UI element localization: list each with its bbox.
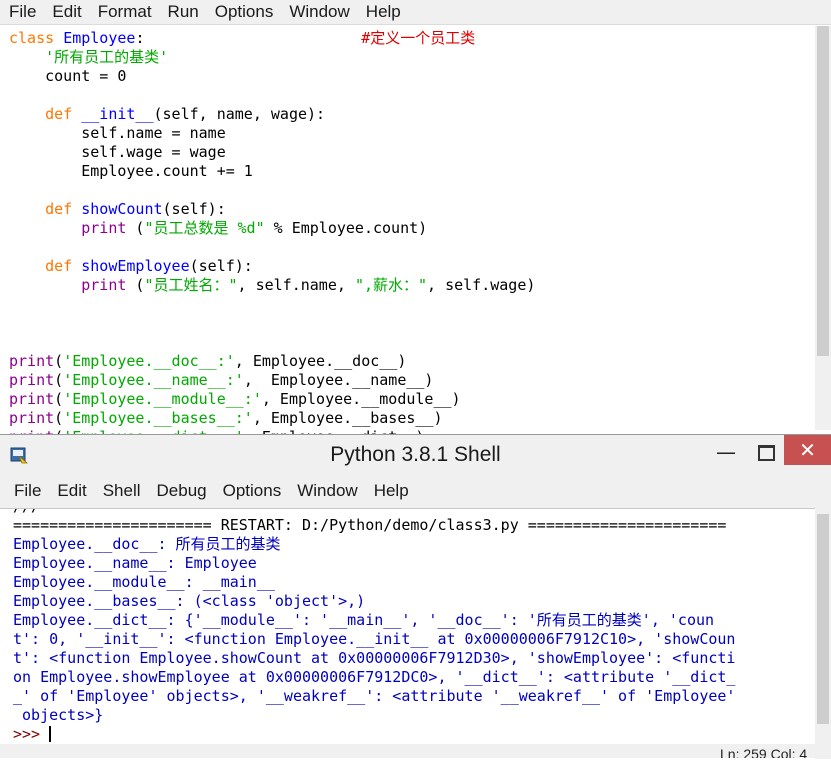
cursor-position: Ln: 259 Col: 4 bbox=[720, 746, 808, 758]
shell-window: Python 3.8.1 Shell — ✕ File Edit Shell D… bbox=[0, 434, 831, 760]
shell-menu-debug[interactable]: Debug bbox=[149, 481, 215, 501]
editor-scroll-thumb[interactable] bbox=[817, 26, 829, 356]
shell-menu-shell[interactable]: Shell bbox=[95, 481, 149, 501]
shell-titlebar[interactable]: Python 3.8.1 Shell — ✕ bbox=[0, 435, 831, 473]
shell-scrollbar[interactable] bbox=[815, 508, 831, 759]
editor-menu-run[interactable]: Run bbox=[160, 2, 207, 22]
shell-menubar: File Edit Shell Debug Options Window Hel… bbox=[0, 479, 831, 503]
editor-scrollbar[interactable] bbox=[815, 26, 831, 430]
editor-menu-edit[interactable]: Edit bbox=[44, 2, 89, 22]
shell-scroll-thumb[interactable] bbox=[817, 514, 829, 724]
shell-menu-file[interactable]: File bbox=[0, 481, 49, 501]
code-comment: #定义一个员工类 bbox=[361, 29, 476, 47]
editor-code[interactable]: class Employee: #定义一个员工类 '所有员工的基类' count… bbox=[9, 29, 535, 447]
shell-prompt: >>> bbox=[13, 725, 50, 743]
shell-output: /// ====================== RESTART: D:/P… bbox=[13, 509, 736, 743]
code-line: class Employee: #定义一个员工类 bbox=[9, 29, 476, 47]
editor-menu-file[interactable]: File bbox=[0, 2, 44, 22]
restart-banner: ====================== RESTART: D:/Pytho… bbox=[13, 516, 727, 534]
shell-menu-options[interactable]: Options bbox=[215, 481, 290, 501]
shell-menu-edit[interactable]: Edit bbox=[49, 481, 94, 501]
editor-menu-help[interactable]: Help bbox=[358, 2, 409, 22]
editor-menu-format[interactable]: Format bbox=[90, 2, 160, 22]
status-bar: Ln: 259 Col: 4 bbox=[0, 744, 831, 758]
maximize-button[interactable] bbox=[746, 439, 782, 465]
docstring: '所有员工的基类' bbox=[45, 48, 169, 66]
text-cursor bbox=[49, 726, 52, 742]
shell-output-area[interactable]: /// ====================== RESTART: D:/P… bbox=[0, 508, 815, 760]
close-button[interactable]: ✕ bbox=[784, 435, 831, 465]
shell-menu-help[interactable]: Help bbox=[366, 481, 417, 501]
maximize-icon bbox=[758, 445, 775, 461]
editor-menubar: File Edit Format Run Options Window Help bbox=[0, 0, 831, 25]
editor-menu-options[interactable]: Options bbox=[207, 2, 282, 22]
shell-menu-window[interactable]: Window bbox=[289, 481, 365, 501]
window-title: Python 3.8.1 Shell bbox=[330, 443, 501, 466]
minimize-button[interactable]: — bbox=[708, 439, 744, 465]
editor-menu-window[interactable]: Window bbox=[281, 2, 357, 22]
